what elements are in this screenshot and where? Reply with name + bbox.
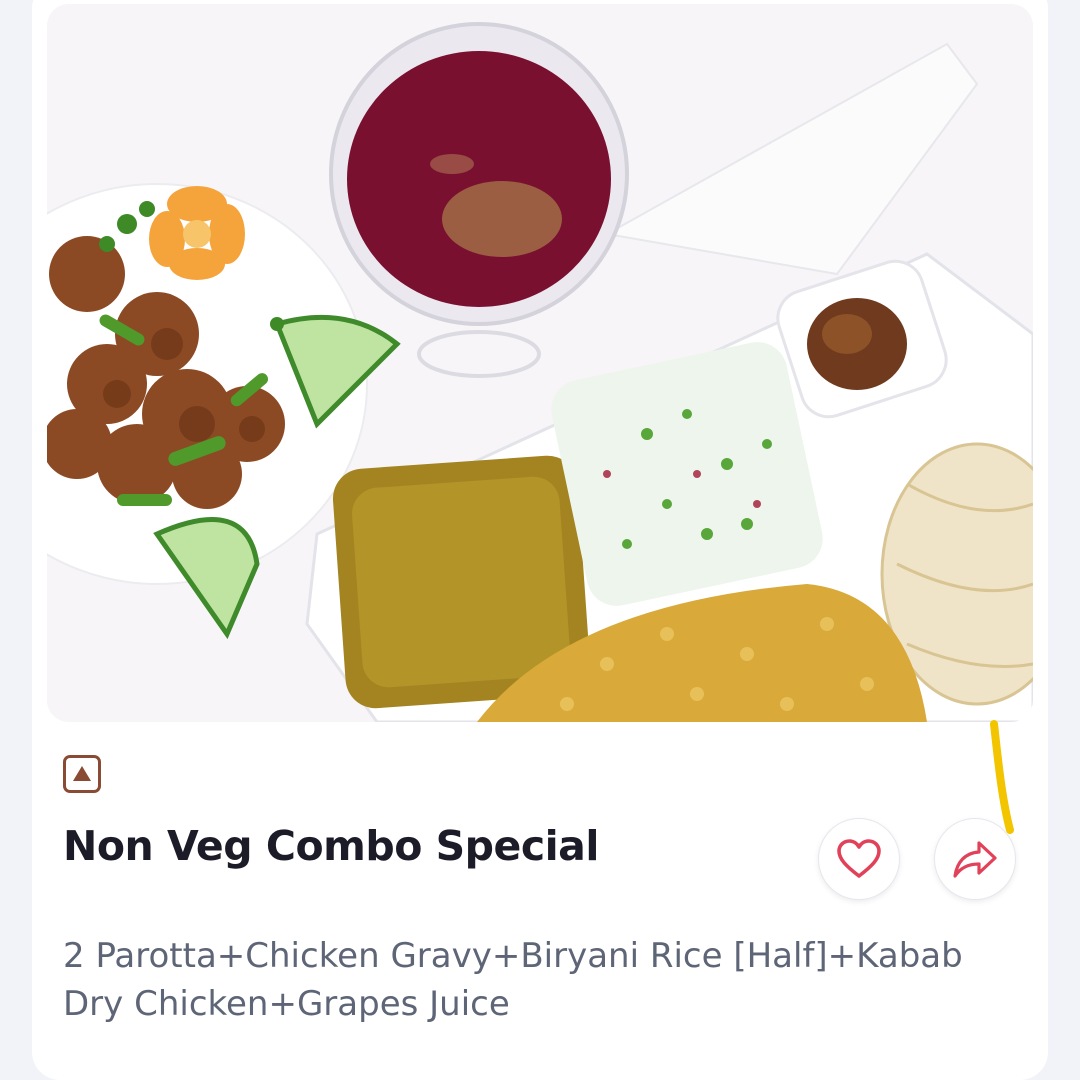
highlight-stroke <box>990 720 1014 834</box>
heart-icon <box>837 839 881 878</box>
dish-description: 2 Parotta+Chicken Gravy+Biryani Rice [Ha… <box>63 936 963 1024</box>
non-veg-indicator-icon <box>63 755 101 793</box>
favorite-button[interactable] <box>818 818 900 900</box>
non-veg-triangle-icon <box>73 765 91 781</box>
share-arrow-icon <box>953 841 997 878</box>
dish-title: Non Veg Combo Special <box>63 822 599 870</box>
dish-photo <box>47 4 1033 722</box>
